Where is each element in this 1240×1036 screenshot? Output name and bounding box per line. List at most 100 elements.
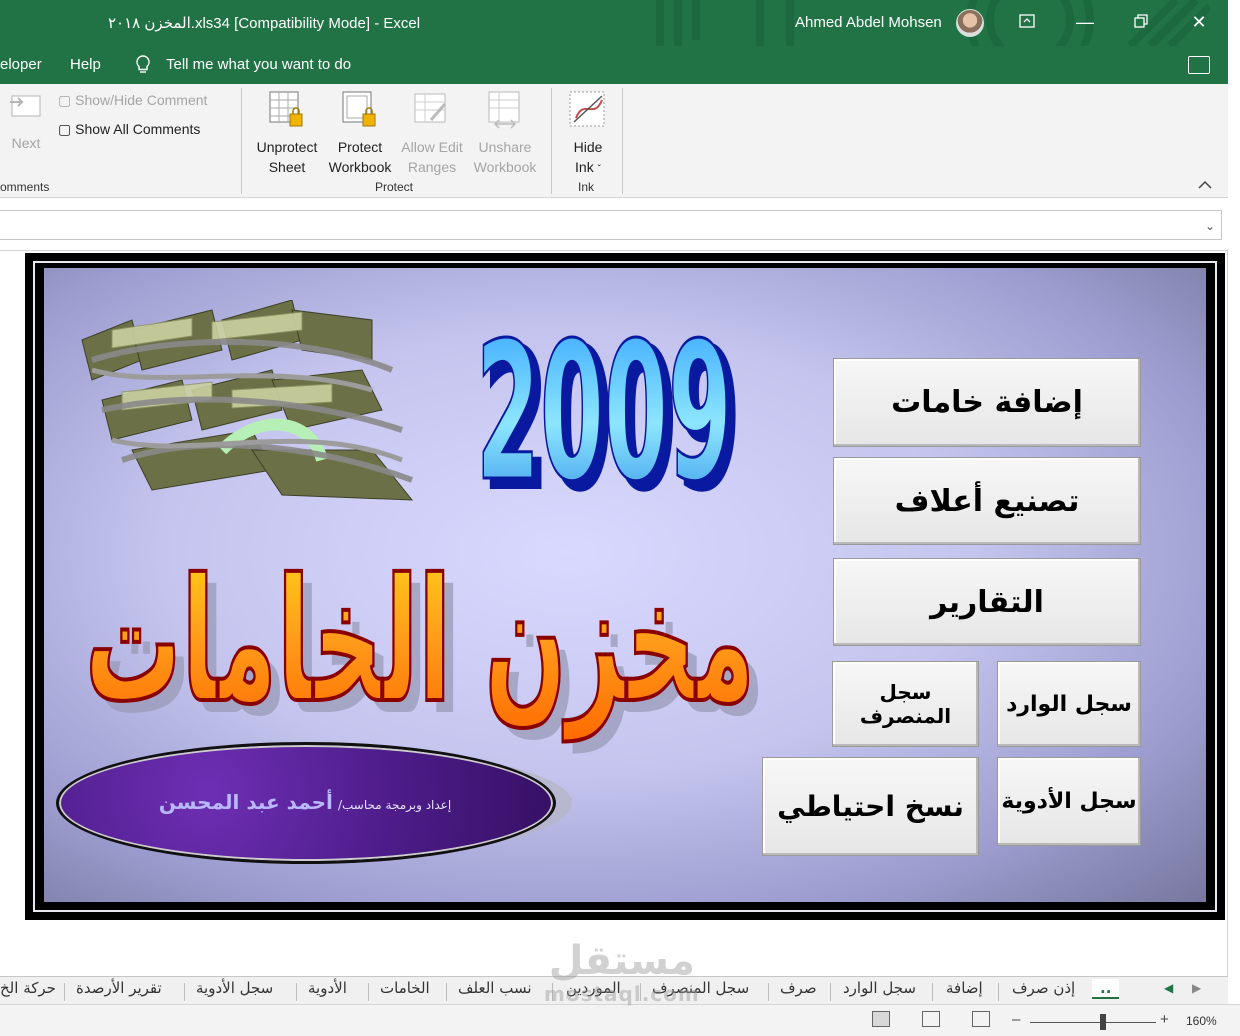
tab-separator <box>64 983 65 1001</box>
tab-separator <box>184 983 185 1001</box>
chevron-down-icon: ˇ <box>597 164 601 175</box>
show-hide-comment-icon: ▢ <box>58 92 72 108</box>
allow-edit-ranges-icon <box>414 93 447 123</box>
year-text: 2009 <box>476 302 732 510</box>
tab-developer[interactable]: eloper <box>0 56 42 73</box>
main-title-text: مخزن الخامات <box>85 543 755 742</box>
reports-button[interactable]: التقارير <box>833 558 1141 646</box>
collapse-ribbon-icon[interactable] <box>1198 178 1212 192</box>
expand-formula-bar-icon[interactable]: ⌄ <box>1205 219 1215 233</box>
tab-separator <box>768 983 769 1001</box>
manufacture-feed-button[interactable]: تصنيع أعلاف <box>833 457 1141 545</box>
sheet-tab[interactable]: الخامات <box>380 979 430 997</box>
sheet-lock-icon <box>269 91 303 127</box>
sheet-tab[interactable]: إذن صرف <box>1012 979 1075 997</box>
scroll-tabs-right-icon[interactable]: ▶ <box>1192 981 1201 995</box>
sheet-tab[interactable]: حركة الخ <box>0 979 56 997</box>
credit-role: إعداد وبرمجة محاسب/ <box>337 798 452 812</box>
watermark-latin: mostaql.com <box>544 982 700 1006</box>
sheet-tab[interactable]: الأدوية <box>308 979 347 997</box>
group-label-protect: Protect <box>375 180 414 194</box>
workbook-lock-icon <box>342 91 376 127</box>
sheet-tab[interactable]: تقرير الأرصدة <box>76 979 162 997</box>
backup-button[interactable]: نسخ احتياطي <box>762 757 979 856</box>
outgoing-log-button[interactable]: سجل المنصرف <box>832 661 979 747</box>
sheet-tab[interactable]: سجل الأدوية <box>196 979 273 997</box>
comments-icon[interactable] <box>1188 56 1210 74</box>
unshare-workbook-icon <box>488 91 520 129</box>
tell-me-search[interactable]: Tell me what you want to do <box>166 56 351 73</box>
tab-separator <box>296 983 297 1001</box>
unshare-label-2: Workbook <box>473 159 537 175</box>
watermark: مستقل mostaql.com <box>544 940 700 1006</box>
credit-text: إعداد وبرمجة محاسب/ أحمد عبد المحسن <box>60 790 550 814</box>
unprotect-sheet-label-1: Unprotect <box>256 139 318 155</box>
unshare-workbook-button[interactable]: Unshare Workbook <box>468 90 542 177</box>
hide-ink-icon <box>569 91 605 127</box>
sheet-tab[interactable]: سجل الوارد <box>843 979 916 997</box>
tab-help[interactable]: Help <box>70 56 101 73</box>
ribbon-display-options-icon[interactable] <box>1012 8 1042 36</box>
show-hide-comment-label: Show/Hide Comment <box>75 92 208 108</box>
title-bar: المخزن ٢٠١٨.xls34 [Compatibility Mode] -… <box>0 0 1228 46</box>
tab-separator <box>446 983 447 1001</box>
sheet-tab[interactable]: نسب العلف <box>458 979 532 997</box>
protect-workbook-button[interactable]: Protect Workbook <box>324 90 396 177</box>
tab-separator <box>998 983 999 1001</box>
show-hide-comment-button[interactable]: ▢ Show/Hide Comment <box>58 92 207 109</box>
medicines-log-button[interactable]: سجل الأدوية <box>997 757 1141 846</box>
tab-separator <box>368 983 369 1001</box>
hide-ink-button[interactable]: Hide Ink ˇ <box>560 90 616 180</box>
restore-icon[interactable] <box>1126 8 1156 36</box>
group-divider <box>622 88 623 194</box>
watermark-arabic: مستقل <box>548 938 696 984</box>
ribbon-review: Next ▢ Show/Hide Comment ▢ Show All Comm… <box>0 84 1228 198</box>
allow-edit-label-2: Ranges <box>407 159 457 175</box>
unprotect-sheet-label-2: Sheet <box>268 159 306 175</box>
unprotect-sheet-button[interactable]: Unprotect Sheet <box>252 90 322 177</box>
credit-name: أحمد عبد المحسن <box>158 790 333 814</box>
sheet-tab[interactable]: صرف <box>780 979 817 997</box>
group-label-comments: omments <box>0 180 50 194</box>
next-comment-icon <box>10 95 41 117</box>
minimize-icon[interactable]: — <box>1070 8 1100 36</box>
group-label-ink: Ink <box>578 180 595 194</box>
show-all-comments-icon: ▢ <box>58 121 72 137</box>
tab-separator <box>932 983 933 1001</box>
sheet-tab[interactable]: إضافة <box>946 979 983 997</box>
ribbon-tabs: eloper Help Tell me what you want to do <box>0 46 1228 84</box>
protect-workbook-label-1: Protect <box>337 139 383 155</box>
next-comment-label: Next <box>11 135 41 151</box>
show-all-comments-label: Show All Comments <box>75 121 201 137</box>
page-layout-view-icon[interactable] <box>922 1011 940 1027</box>
incoming-log-button[interactable]: سجل الوارد <box>997 661 1141 747</box>
sheet-tab[interactable]: .. <box>1092 979 1120 999</box>
zoom-slider-thumb[interactable] <box>1100 1014 1106 1030</box>
allow-edit-ranges-button[interactable]: Allow Edit Ranges <box>396 90 468 177</box>
year-wordart: 2009 2009 <box>475 301 744 511</box>
main-title-wordart: مخزن الخامات مخزن الخامات <box>83 541 765 754</box>
page-break-view-icon[interactable] <box>972 1011 990 1027</box>
lightbulb-icon <box>136 55 150 73</box>
zoom-in-icon[interactable]: + <box>1160 1011 1169 1028</box>
zoom-level[interactable]: 160% <box>1186 1014 1217 1028</box>
logo-3d-art <box>81 300 414 501</box>
user-avatar[interactable] <box>956 9 984 37</box>
formula-bar[interactable]: ⌄ <box>0 210 1222 240</box>
protect-workbook-label-2: Workbook <box>328 159 392 175</box>
group-divider <box>551 88 552 194</box>
user-name[interactable]: Ahmed Abdel Mohsen <box>795 14 942 31</box>
unshare-label-1: Unshare <box>478 139 532 155</box>
hide-ink-label-1: Hide <box>573 139 603 155</box>
normal-view-icon[interactable] <box>872 1011 890 1027</box>
zoom-out-icon[interactable]: – <box>1012 1011 1020 1028</box>
show-all-comments-button[interactable]: ▢ Show All Comments <box>58 121 200 138</box>
allow-edit-label-1: Allow Edit <box>401 139 463 155</box>
next-comment-button[interactable]: Next <box>4 88 48 153</box>
zoom-slider-track[interactable] <box>1030 1022 1156 1023</box>
scroll-tabs-left-icon[interactable]: ◀ <box>1164 981 1173 995</box>
add-materials-button[interactable]: إضافة خامات <box>833 358 1141 447</box>
group-divider <box>241 88 242 194</box>
status-bar: – + 160% <box>0 1004 1240 1036</box>
close-icon[interactable]: ✕ <box>1184 8 1214 36</box>
